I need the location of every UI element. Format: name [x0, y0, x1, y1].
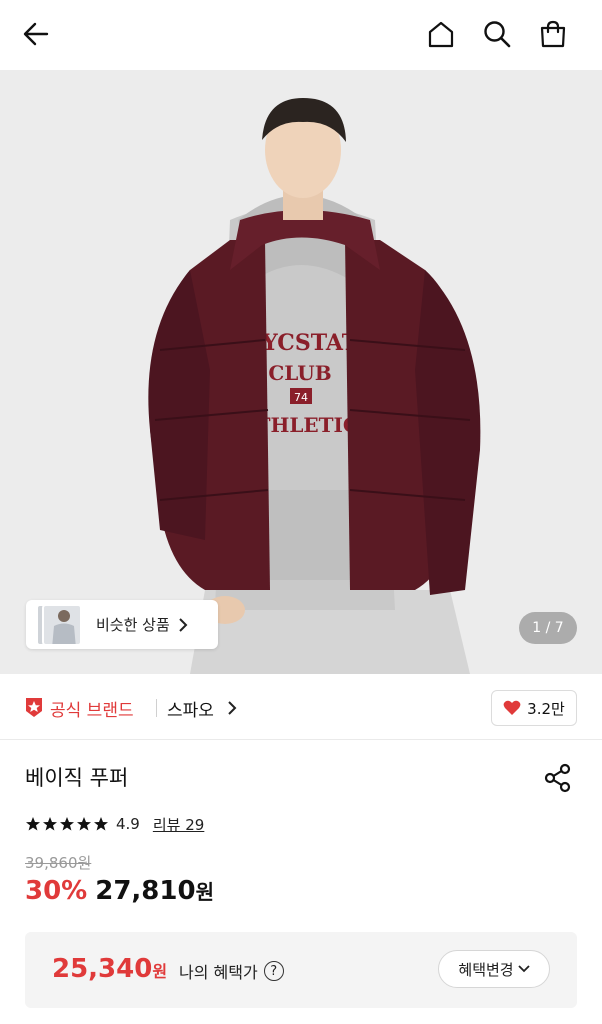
chevron-down-icon [517, 965, 530, 973]
home-button[interactable] [421, 14, 461, 54]
star-rating [25, 816, 109, 832]
help-icon[interactable]: ? [263, 961, 284, 981]
chevron-right-icon [178, 617, 188, 632]
shopping-bag-icon [540, 20, 566, 48]
similar-products-label: 비슷한 상품 [96, 616, 170, 634]
price-row: 30% 27,810 원 [25, 876, 214, 912]
benefit-label-group: 나의 혜택가 ? [179, 959, 284, 983]
arrow-left-icon [23, 22, 49, 46]
share-button[interactable] [540, 760, 576, 796]
change-benefit-button[interactable]: 혜택변경 [438, 950, 550, 988]
benefit-amount: 25,340 [52, 954, 153, 984]
cart-button[interactable] [533, 14, 573, 54]
product-image-gallery[interactable]: NYCSTAT CLUB 74 ATHLETIC 비슷한 상품 1 / 7 [0, 70, 602, 674]
heart-icon [503, 700, 521, 715]
image-counter: 1 / 7 [519, 612, 577, 644]
rating-row: 4.9 리뷰 29 [25, 813, 204, 835]
star-icon [43, 817, 57, 831]
benefit-unit: 원 [152, 962, 168, 981]
discount-rate: 30% [25, 876, 88, 906]
original-price: 39,860원 [25, 854, 92, 872]
share-icon [544, 763, 571, 793]
back-button[interactable] [16, 14, 56, 54]
search-button[interactable] [477, 14, 517, 54]
price-unit: 원 [195, 880, 214, 904]
divider [156, 699, 157, 717]
star-icon [77, 817, 91, 831]
similar-thumbnails [26, 600, 86, 649]
benefit-price: 25,340 원 [52, 954, 167, 984]
brand-name-link[interactable]: 스파오 [167, 696, 214, 721]
product-photo: NYCSTAT CLUB 74 ATHLETIC [0, 70, 602, 674]
star-icon [60, 817, 74, 831]
review-link[interactable]: 리뷰 29 [153, 814, 204, 835]
chevron-right-icon [227, 700, 237, 719]
top-nav [0, 0, 602, 68]
svg-text:CLUB: CLUB [268, 361, 331, 385]
star-icon [26, 817, 40, 831]
svg-text:74: 74 [294, 391, 308, 404]
person-icon [52, 610, 76, 644]
official-badge-icon [26, 698, 42, 717]
benefit-box: 25,340 원 나의 혜택가 ? 혜택변경 [25, 932, 577, 1008]
sale-price: 27,810 [95, 876, 196, 906]
similar-thumbnail [42, 604, 82, 646]
change-benefit-label: 혜택변경 [458, 960, 514, 979]
like-count: 3.2만 [527, 699, 565, 718]
star-icon [94, 817, 108, 831]
benefit-label: 나의 혜택가 [179, 963, 258, 982]
home-icon [428, 21, 454, 48]
product-title: 베이직 푸퍼 [25, 766, 129, 790]
search-icon [484, 21, 511, 48]
rating-value: 4.9 [116, 815, 140, 833]
like-button[interactable]: 3.2만 [491, 690, 577, 726]
similar-products-button[interactable]: 비슷한 상품 [26, 600, 218, 649]
official-brand-label: 공식 브랜드 [50, 701, 134, 721]
